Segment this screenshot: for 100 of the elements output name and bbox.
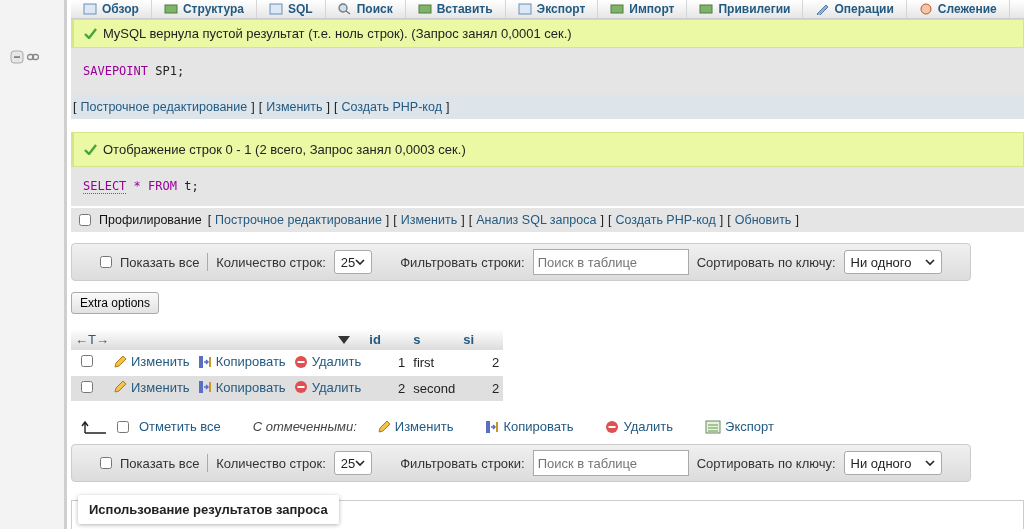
delete-link[interactable]: Удалить (293, 354, 362, 369)
query-link[interactable]: Создать PHP-код (615, 213, 716, 227)
sort-triangle-icon[interactable] (338, 335, 350, 344)
rows-select[interactable]: 25 (333, 451, 373, 475)
rows-label: Количество строк: (216, 455, 326, 471)
sort-select[interactable]: Ни одного (843, 451, 942, 475)
bracket: ] (461, 213, 465, 227)
show-all-checkbox[interactable] (100, 256, 112, 268)
rows-label: Количество строк: (216, 254, 326, 270)
message-text: Отображение строк 0 - 1 (2 всего, Запрос занял 0,0003 сек.) (103, 142, 466, 157)
bracket: [ (73, 100, 77, 114)
table-cell: second (409, 375, 460, 401)
query-link[interactable]: Анализ SQL запроса (476, 213, 597, 227)
delete-icon (293, 354, 308, 369)
tab-icon (269, 3, 283, 15)
bracket: [ (334, 100, 338, 114)
link-icon[interactable] (27, 53, 39, 61)
sort-label: Сортировать по ключу: (696, 254, 836, 270)
column-resize-control[interactable]: ←T→ (75, 332, 109, 347)
column-header[interactable]: s (409, 329, 460, 350)
copy-button[interactable]: Копировать (485, 419, 574, 434)
tab[interactable]: SQL (257, 0, 326, 18)
bracket: ] (600, 213, 604, 227)
tab-icon (517, 3, 532, 15)
show-all-checkbox[interactable] (100, 457, 112, 469)
query-link[interactable]: Изменить (266, 100, 323, 114)
checkmark-icon (84, 144, 97, 155)
delete-button[interactable]: Удалить (605, 419, 674, 434)
row-checkbox[interactable] (81, 355, 93, 368)
panel-legend: Использование результатов запроса (78, 495, 339, 524)
export-button[interactable]: Экспорт (705, 419, 774, 434)
bracket: ] (385, 213, 390, 227)
query-link[interactable]: Построчное редактирование (80, 100, 248, 114)
filter-field[interactable]: Поиск в таблице (532, 450, 689, 476)
tab[interactable]: Экспорт (505, 0, 599, 18)
profiling-checkbox[interactable] (79, 214, 91, 226)
tab-icon (610, 3, 625, 15)
tab[interactable]: Слежение (906, 0, 1010, 18)
copy-icon (197, 380, 212, 394)
table-cell: first (409, 350, 460, 376)
bracket: [ (727, 213, 731, 227)
copy-icon (197, 354, 212, 369)
message-text: MySQL вернула пустой результат (т.е. ноль строк). (Запрос занял 0,0001 сек.) (103, 26, 572, 41)
sort-select[interactable]: Ни одного (843, 250, 942, 274)
chevron-icon (925, 460, 935, 466)
filter-field[interactable]: Поиск в таблице (532, 249, 689, 275)
bracket: [ (258, 100, 263, 114)
bracket: ] (795, 213, 799, 227)
bracket: ] (719, 213, 724, 227)
bracket: ] (326, 100, 331, 114)
table-cell: 2 (459, 375, 504, 401)
sql-query: SELECT * FROM t; (83, 179, 199, 194)
query-link[interactable]: Изменить (400, 213, 458, 227)
rows-select[interactable]: 25 (333, 250, 373, 274)
pencil-icon (113, 380, 127, 394)
sql-query: SAVEPOINT SP1; (83, 64, 185, 78)
copy-icon (485, 419, 500, 434)
edit-link[interactable]: Изменить (113, 354, 190, 369)
export-icon (705, 419, 722, 434)
pencil-icon (113, 354, 127, 369)
show-all-label: Показать все (120, 254, 200, 270)
tab[interactable]: Поиск (325, 0, 406, 18)
tab[interactable]: Операции (803, 0, 907, 18)
chevron-icon (355, 259, 366, 265)
edit-button[interactable]: Изменить (376, 419, 454, 434)
delete-icon (293, 380, 308, 394)
table-cell: 1 (365, 350, 410, 376)
tab[interactable]: Обзор (71, 0, 152, 18)
bracket: ] (445, 100, 450, 114)
bracket: [ (468, 213, 473, 227)
query-link[interactable]: Обновить (734, 213, 792, 227)
check-all-checkbox[interactable] (117, 420, 129, 433)
chevron-icon (925, 259, 935, 265)
pencil-icon (376, 419, 391, 434)
checkmark-icon (84, 28, 97, 39)
filter-label: Фильтровать строки: (400, 455, 525, 471)
tab[interactable]: Вставить (405, 0, 506, 18)
copy-link[interactable]: Копировать (197, 354, 286, 369)
collapse-icon[interactable] (10, 50, 24, 64)
check-all-link[interactable]: Отметить все (139, 419, 221, 434)
column-header[interactable]: id (365, 329, 410, 350)
with-selected-label: С отмеченными: (252, 419, 357, 434)
profiling-label: Профилирование (99, 213, 202, 227)
table-cell: 2 (459, 350, 504, 376)
extra-options-button[interactable]: Extra options (71, 292, 160, 314)
table-cell: 2 (365, 375, 410, 401)
query-link[interactable]: Создать PHP-код (341, 100, 442, 114)
tab-icon (815, 3, 830, 15)
tab-icon (163, 3, 178, 15)
tab[interactable]: Импорт (598, 0, 688, 18)
column-header[interactable]: si (459, 329, 504, 350)
query-link[interactable]: Построчное редактирование (215, 213, 382, 227)
tab[interactable]: Привилегии (687, 0, 804, 18)
chevron-icon (355, 460, 366, 466)
row-checkbox[interactable] (81, 380, 93, 393)
tab-icon (417, 3, 432, 15)
bracket: ] (251, 100, 255, 114)
tab[interactable]: Структура (151, 0, 257, 18)
tab-icon (83, 3, 97, 15)
delete-icon (605, 419, 620, 434)
